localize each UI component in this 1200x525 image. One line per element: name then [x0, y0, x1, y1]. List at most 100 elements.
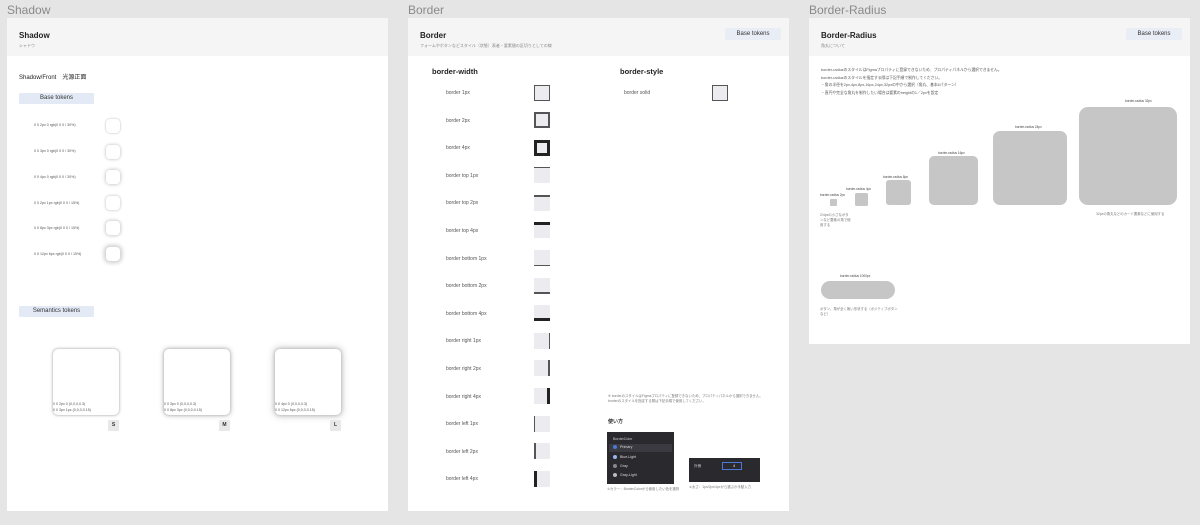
border-token-label: border 4px	[446, 145, 470, 151]
border-swatch	[534, 195, 550, 211]
radius-label: border-radius 4px	[846, 187, 871, 191]
shadow-swatch	[106, 119, 120, 133]
panel-title: Border	[420, 31, 447, 40]
border-token-label: border 2px	[446, 118, 470, 124]
semantic-shadow-text: 0 0 2px 0 (0,0,0,0.3) 0 0 3px 1px (0,0,0…	[53, 402, 91, 412]
radius-panel[interactable]: Border-Radius 角丸について Base tokens border-…	[809, 18, 1190, 344]
shadow-token-label: 0 0 4px 0 rgb(0 0 0 / 30%)	[34, 175, 76, 179]
shadow-token-label: 0 0 2px 1px rgb(0 0 0 / 15%)	[34, 201, 80, 205]
caption-color: ①カラー：BorderColorから使用したい色を選択	[607, 487, 680, 491]
color-option-blue-light[interactable]: Blue-Light	[613, 455, 636, 460]
section-title: Shadow/Front 光源正面	[19, 75, 87, 81]
panel-header: Shadow シャドウ	[7, 18, 388, 56]
border-swatch	[534, 333, 550, 349]
base-tokens-button[interactable]: Base tokens	[725, 28, 781, 40]
shadow-token-label: 0 0 12px 6px rgb(0 0 0 / 15%)	[34, 252, 82, 256]
border-panel[interactable]: Border フォームやボタンなどスタイル（状態）表者・要素間の区切りとしての線…	[408, 18, 789, 511]
border-swatch	[534, 416, 550, 432]
panel-header: Border フォームやボタンなどスタイル（状態）表者・要素間の区切りとしての線…	[408, 18, 789, 56]
base-tokens-button[interactable]: Base tokens	[1126, 28, 1182, 40]
border-swatch	[534, 278, 550, 294]
border-swatch	[534, 443, 550, 459]
radius-label: border-radius 16px	[938, 151, 965, 155]
color-option-gray-light[interactable]: Gray-Light	[613, 473, 637, 478]
radius-label: border-radius 1000px	[840, 274, 871, 278]
shadow-swatch	[106, 247, 120, 261]
pill-note: ボタン、角が全く無い形状する（ポジティブボタンなど）	[820, 307, 898, 316]
semantics-tokens-tag: Semantics tokens	[19, 306, 94, 317]
size-badge-l: L	[330, 420, 341, 431]
radius-label: border-radius 24px	[1015, 125, 1042, 129]
border-style-note: ※ borderのスタイルはFigmaプロパティに登録できないため、プロパティパ…	[608, 394, 763, 403]
border-color-panel[interactable]: BorderColor Primary Blue-Light Gray Gray…	[607, 432, 674, 484]
semantic-shadow-text: 0 0 3px 0 (0,0,0,0.3) 0 0 8px 3px (0,0,0…	[164, 402, 202, 412]
color-option-gray[interactable]: Gray	[613, 464, 628, 469]
shadow-swatch	[106, 196, 120, 210]
border-token-label: border bottom 4px	[446, 311, 487, 317]
border-swatch	[534, 112, 550, 128]
color-option-primary[interactable]: Primary	[613, 445, 632, 450]
radius-small-note: 2/4pxの小さなボタンなど要素の角で使用する	[820, 213, 851, 227]
shadow-panel[interactable]: Shadow シャドウ Shadow/Front 光源正面 Base token…	[7, 18, 388, 511]
frame-title-border[interactable]: Border	[408, 3, 444, 17]
border-swatch	[534, 360, 550, 376]
radius-description: border-radiusのスタイルはFigmaプロパティに登録できないため、プ…	[821, 68, 1002, 95]
border-token-label: border bottom 2px	[446, 283, 487, 289]
shadow-swatch	[106, 145, 120, 159]
shadow-swatch	[106, 170, 120, 184]
size-badge-m: M	[219, 420, 230, 431]
border-token-label: border left 4px	[446, 476, 478, 482]
border-token-label: border top 1px	[446, 173, 479, 179]
border-token-label: border left 1px	[446, 421, 478, 427]
border-swatch	[534, 305, 550, 321]
border-token-label: border top 2px	[446, 200, 479, 206]
border-token-label: border right 2px	[446, 366, 482, 372]
color-panel-title: BorderColor	[613, 437, 633, 441]
radius-label: border-radius 8px	[883, 175, 908, 179]
panel-subtitle: 角丸について	[821, 43, 845, 48]
radius-swatch-8	[886, 180, 911, 205]
border-swatch	[534, 471, 550, 487]
border-style-heading: border-style	[620, 67, 664, 76]
border-style-swatch	[712, 85, 728, 101]
border-swatch	[534, 167, 550, 183]
weight-label: 外側	[694, 464, 702, 468]
panel-subtitle: シャドウ	[19, 43, 35, 48]
radius-swatch-16	[929, 156, 978, 205]
panel-header: Border-Radius 角丸について Base tokens	[809, 18, 1190, 56]
shadow-swatch	[106, 221, 120, 235]
border-swatch	[534, 250, 550, 266]
border-token-label: border top 4px	[446, 228, 479, 234]
panel-title: Border-Radius	[821, 31, 877, 40]
radius-swatch-32	[1079, 107, 1177, 205]
shadow-token-label: 0 0 2px 0 rgb(0 0 0 / 30%)	[34, 123, 76, 127]
size-badge-s: S	[108, 420, 119, 431]
radius-large-note: 32pxの角丸などのカード要素などに使用する	[1096, 212, 1165, 216]
shadow-token-label: 0 0 3px 0 rgb(0 0 0 / 30%)	[34, 149, 76, 153]
border-width-heading: border-width	[432, 67, 478, 76]
border-swatch	[534, 85, 550, 101]
radius-swatch-2	[830, 199, 837, 206]
radius-swatch-pill	[821, 281, 895, 299]
frame-title-radius[interactable]: Border-Radius	[809, 3, 886, 17]
radius-label: border-radius 2px	[820, 193, 845, 197]
shadow-token-label: 0 0 8px 3px rgb(0 0 0 / 15%)	[34, 226, 80, 230]
panel-title: Shadow	[19, 31, 50, 40]
border-token-label: border bottom 1px	[446, 256, 487, 262]
border-token-label: border right 4px	[446, 394, 482, 400]
base-tokens-tag: Base tokens	[19, 93, 94, 104]
frame-title-shadow[interactable]: Shadow	[7, 3, 50, 17]
border-token-label: border left 2px	[446, 449, 478, 455]
panel-subtitle: フォームやボタンなどスタイル（状態）表者・要素間の区切りとしての線	[420, 43, 552, 48]
border-token-label: border 1px	[446, 90, 470, 96]
border-swatch	[534, 222, 550, 238]
weight-input[interactable]: 4	[722, 462, 742, 470]
stroke-weight-panel[interactable]: 外側 4	[689, 458, 760, 482]
border-swatch	[534, 388, 550, 404]
radius-swatch-24	[993, 131, 1067, 205]
border-token-label: border right 1px	[446, 338, 482, 344]
radius-label: border-radius 32px	[1125, 99, 1152, 103]
border-style-label: border solid	[624, 90, 651, 96]
caption-weight: ②太さ：1px/2px/4pxから選ぶか手動入力	[689, 485, 752, 489]
border-swatch	[534, 140, 550, 156]
